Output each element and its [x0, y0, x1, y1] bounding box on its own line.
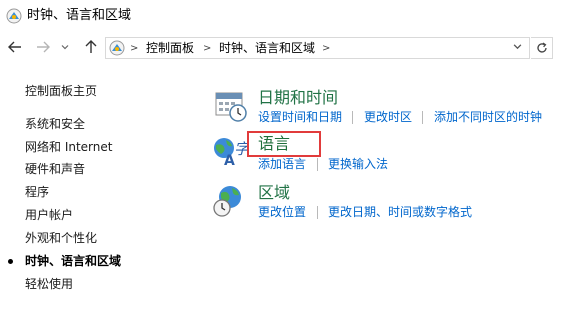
category-date-time-title[interactable]: 日期和时间	[258, 88, 338, 108]
sidebar-item-user-accounts[interactable]: 用户帐户	[25, 208, 73, 223]
link-change-location[interactable]: 更改位置	[258, 205, 306, 220]
sidebar-item-system-security[interactable]: 系统和安全	[25, 117, 85, 132]
language-globe-icon[interactable]: A 字	[212, 134, 248, 170]
link-separator	[317, 158, 318, 171]
link-change-time-zone[interactable]: 更改时区	[364, 110, 412, 125]
sidebar-item-programs[interactable]: 程序	[25, 185, 49, 200]
sidebar-item-network-internet[interactable]: 网络和 Internet	[25, 140, 112, 155]
title-bar: 时钟、语言和区域	[0, 0, 565, 32]
breadcrumb-separator[interactable]: >	[203, 41, 211, 56]
window-title: 时钟、语言和区域	[27, 8, 132, 23]
chevron-down-icon[interactable]	[513, 42, 522, 51]
breadcrumb-separator[interactable]: >	[322, 41, 330, 56]
forward-arrow-icon	[37, 41, 50, 53]
chevron-down-icon	[61, 45, 69, 50]
svg-text:字: 字	[234, 140, 248, 158]
control-panel-icon	[6, 8, 22, 24]
link-set-time-date[interactable]: 设置时间和日期	[258, 110, 342, 125]
breadcrumb-separator[interactable]: >	[130, 41, 138, 56]
region-globe-clock-icon[interactable]	[212, 183, 248, 219]
link-separator	[352, 111, 353, 124]
link-change-input-method[interactable]: 更换输入法	[328, 157, 388, 172]
address-bar[interactable]: > 控制面板 > 时钟、语言和区域 >	[105, 37, 530, 59]
up-button[interactable]	[82, 38, 100, 56]
recent-locations-button[interactable]	[59, 38, 71, 56]
current-item-bullet	[8, 259, 13, 264]
sidebar-item-clock-language-region: 时钟、语言和区域	[25, 254, 122, 268]
back-button[interactable]	[6, 38, 24, 56]
link-separator	[317, 206, 318, 219]
forward-button[interactable]	[34, 38, 52, 56]
sidebar-item-ease-of-access[interactable]: 轻松使用	[25, 277, 73, 292]
sidebar-home-link[interactable]: 控制面板主页	[25, 84, 97, 99]
up-arrow-icon	[85, 40, 97, 53]
calendar-clock-icon[interactable]	[214, 89, 248, 123]
category-region-title[interactable]: 区域	[258, 183, 290, 203]
refresh-button[interactable]	[531, 37, 553, 59]
breadcrumb-clock-language-region[interactable]: 时钟、语言和区域	[219, 41, 315, 56]
link-separator	[422, 111, 423, 124]
back-arrow-icon	[8, 41, 21, 53]
breadcrumb-control-panel[interactable]: 控制面板	[146, 41, 194, 56]
control-panel-icon	[109, 40, 125, 56]
category-language-title[interactable]: 语言	[258, 134, 290, 154]
sidebar-item-appearance[interactable]: 外观和个性化	[25, 231, 97, 246]
link-add-language[interactable]: 添加语言	[258, 157, 306, 172]
sidebar-item-hardware-sound[interactable]: 硬件和声音	[25, 162, 85, 177]
refresh-icon	[536, 42, 547, 53]
link-change-date-time-number-format[interactable]: 更改日期、时间或数字格式	[328, 205, 472, 220]
link-add-clocks[interactable]: 添加不同时区的时钟	[434, 110, 542, 125]
